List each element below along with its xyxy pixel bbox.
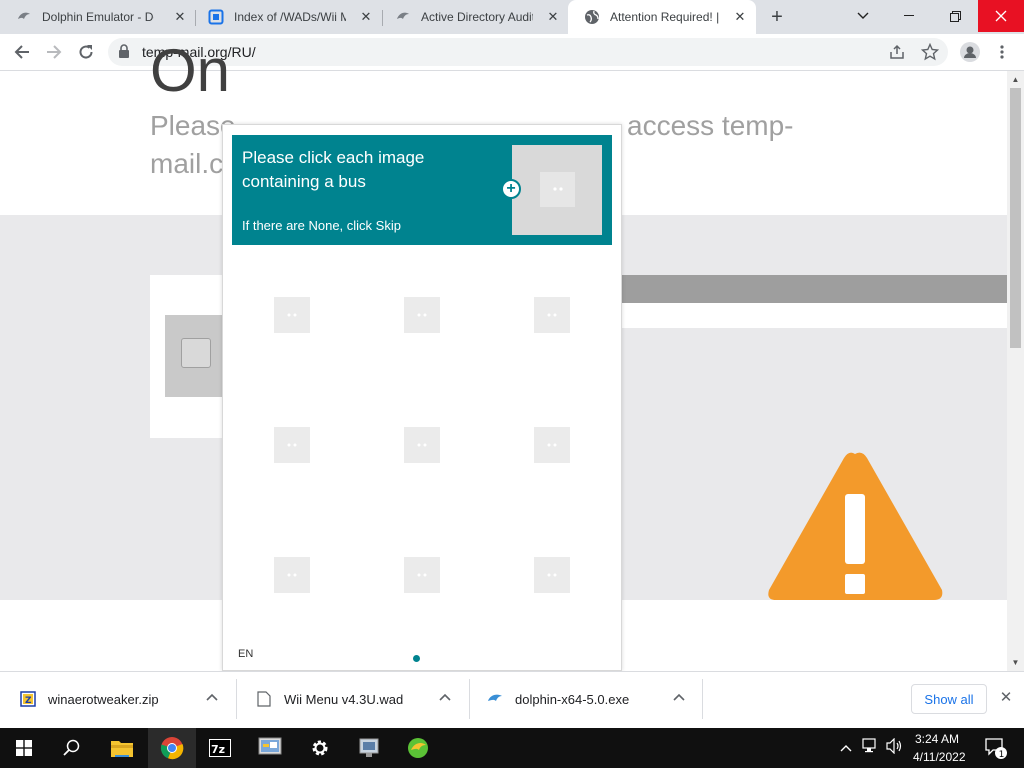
svg-text:Z: Z — [25, 696, 32, 706]
tab-close-icon[interactable]: ✕ — [545, 9, 561, 25]
captcha-language-selector[interactable]: EN — [238, 648, 253, 660]
tab-title: Attention Required! | C — [610, 10, 722, 24]
7zip-icon[interactable]: 7z — [196, 728, 244, 768]
bookmark-star-icon[interactable] — [920, 42, 940, 66]
captcha-skip-hint: If there are None, click Skip — [242, 218, 401, 233]
tab-title: Active Directory Auditi — [421, 10, 533, 24]
page-title: On — [150, 37, 231, 104]
dolphin-icon — [16, 9, 32, 25]
profile-avatar-icon[interactable] — [960, 42, 980, 67]
volume-icon[interactable] — [886, 737, 904, 757]
captcha-page-indicator — [413, 655, 420, 662]
page-subtitle-end: access temp- — [627, 110, 794, 141]
download-filename: dolphin-x64-5.0.exe — [515, 691, 630, 707]
captcha-image-tile[interactable] — [534, 557, 570, 593]
minimize-button[interactable] — [886, 0, 932, 32]
network-icon[interactable] — [862, 738, 880, 757]
tray-overflow-chevron-icon[interactable] — [840, 738, 852, 755]
dolphin-icon — [487, 691, 503, 707]
kebab-menu-icon[interactable] — [996, 44, 1008, 65]
download-separator — [702, 679, 703, 719]
download-item[interactable]: Z winaerotweaker.zip — [20, 671, 159, 727]
restore-button[interactable] — [932, 0, 978, 32]
captcha-image-tile[interactable] — [404, 557, 440, 593]
scroll-up-arrow-icon[interactable]: ▲ — [1007, 71, 1024, 88]
captcha-image-tile[interactable] — [274, 297, 310, 333]
captcha-image-tile[interactable] — [534, 427, 570, 463]
tab-close-icon[interactable]: ✕ — [732, 9, 748, 25]
scroll-thumb[interactable] — [1010, 88, 1021, 348]
scroll-down-arrow-icon[interactable]: ▼ — [1007, 654, 1024, 671]
chevron-up-icon[interactable] — [205, 692, 219, 706]
tab-search-chevron-icon[interactable] — [840, 0, 886, 32]
windows-start-icon[interactable] — [0, 728, 48, 768]
remote-desktop-icon[interactable] — [346, 728, 394, 768]
tab-title: Index of /WADs/Wii Me — [234, 10, 346, 24]
globe-icon — [584, 9, 600, 25]
bar-notch — [622, 346, 734, 374]
tab-attention-required[interactable]: Attention Required! | C ✕ — [568, 0, 756, 34]
captcha-image-tile[interactable] — [404, 297, 440, 333]
new-tab-button[interactable]: + — [766, 7, 788, 29]
chevron-up-icon[interactable] — [672, 692, 686, 706]
control-panel-icon[interactable] — [246, 728, 294, 768]
dolphin-icon — [395, 9, 411, 25]
image-loading-placeholder — [540, 172, 575, 207]
close-window-button[interactable] — [978, 0, 1024, 32]
forward-button[interactable] — [42, 40, 66, 64]
content-strip — [622, 303, 1007, 328]
download-separator — [469, 679, 470, 719]
dolphin-app-icon[interactable] — [394, 728, 442, 768]
reload-button[interactable] — [74, 40, 98, 64]
captcha-image-tile[interactable] — [274, 557, 310, 593]
header-bar — [622, 275, 1007, 303]
download-item[interactable]: Wii Menu v4.3U.wad — [256, 671, 403, 727]
share-icon[interactable] — [889, 44, 905, 65]
document-icon — [208, 9, 224, 25]
tab-close-icon[interactable]: ✕ — [358, 9, 374, 25]
download-separator — [236, 679, 237, 719]
back-button[interactable] — [10, 40, 34, 64]
captcha-prompt-line2: containing a bus — [242, 172, 366, 191]
svg-text:7z: 7z — [211, 743, 225, 756]
download-filename: Wii Menu v4.3U.wad — [284, 691, 404, 707]
captcha-checkbox[interactable] — [181, 338, 211, 368]
captcha-prompt-line1: Please click each image — [242, 148, 425, 167]
page-subtitle-line2: mail.c — [150, 148, 224, 179]
captcha-image-tile[interactable] — [274, 427, 310, 463]
tab-index-of-wads[interactable]: Index of /WADs/Wii Me ✕ — [192, 0, 382, 34]
search-icon[interactable] — [48, 728, 96, 768]
download-item[interactable]: dolphin-x64-5.0.exe — [487, 671, 629, 727]
tab-title: Dolphin Emulator - Do — [42, 10, 154, 24]
zip-icon: Z — [20, 691, 36, 707]
tab-dolphin-emulator[interactable]: Dolphin Emulator - Do ✕ — [0, 0, 196, 34]
lock-icon[interactable] — [118, 44, 130, 63]
chrome-icon[interactable] — [148, 728, 196, 768]
clock-date[interactable]: 4/11/2022 — [913, 750, 966, 764]
chevron-up-icon[interactable] — [438, 692, 452, 706]
download-filename: winaerotweaker.zip — [48, 691, 159, 707]
notification-count-badge: 1 — [999, 750, 1005, 760]
close-shelf-icon[interactable]: ✕ — [998, 690, 1014, 706]
settings-gear-icon[interactable] — [296, 728, 344, 768]
warning-icon — [768, 452, 943, 600]
expand-example-plus-icon[interactable]: + — [501, 179, 521, 199]
show-all-downloads-button[interactable]: Show all — [911, 684, 987, 714]
tab-active-directory[interactable]: Active Directory Auditi ✕ — [379, 0, 569, 34]
captcha-image-tile[interactable] — [404, 427, 440, 463]
notification-center-icon[interactable]: 1 — [984, 736, 1008, 763]
file-icon — [256, 691, 272, 707]
clock-time[interactable]: 3:24 AM — [915, 732, 959, 746]
tab-close-icon[interactable]: ✕ — [172, 9, 188, 25]
captcha-image-tile[interactable] — [534, 297, 570, 333]
file-explorer-icon[interactable] — [98, 728, 146, 768]
